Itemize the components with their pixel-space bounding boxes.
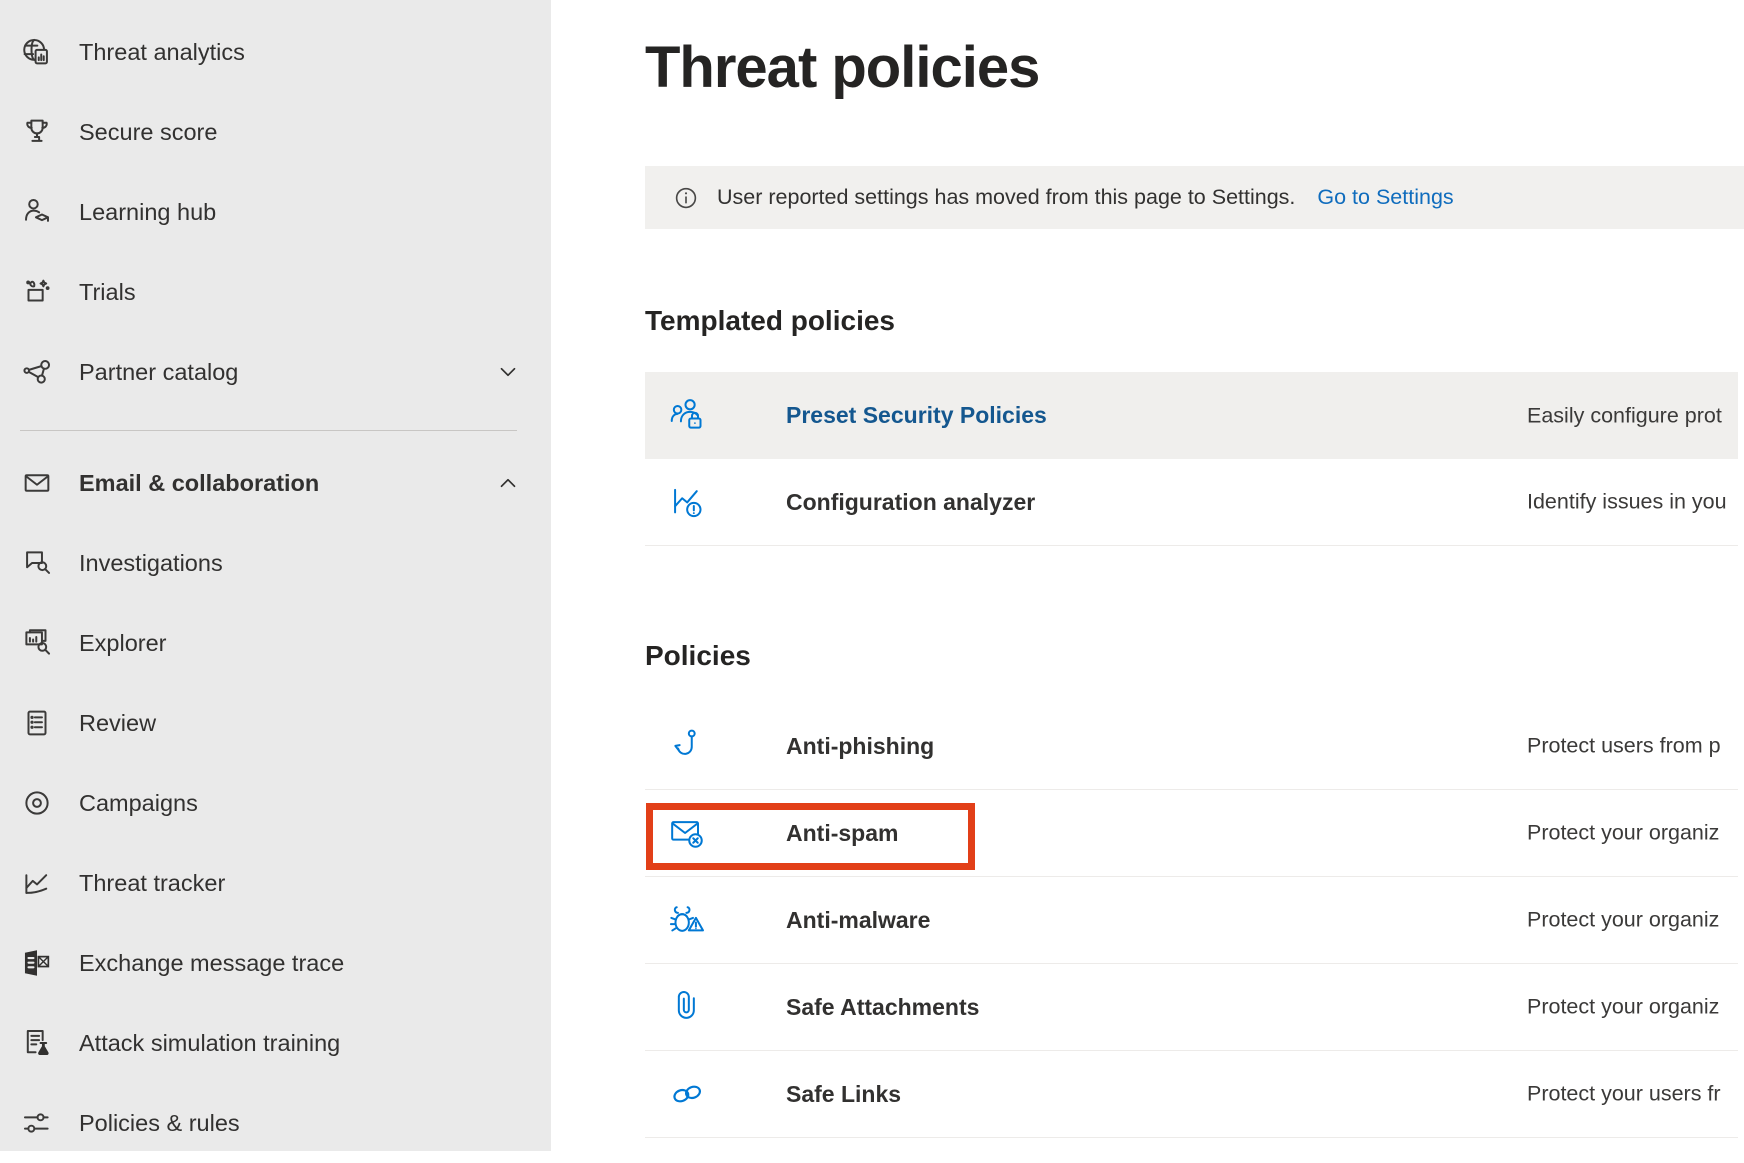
document-flask-icon — [20, 1026, 54, 1060]
row-label[interactable]: Safe Attachments — [786, 994, 979, 1021]
list-document-icon — [20, 706, 54, 740]
sidebar-item-explorer[interactable]: Explorer — [0, 603, 551, 683]
sidebar-item-partner-catalog[interactable]: Partner catalog — [0, 332, 551, 412]
sidebar-item-email-collaboration[interactable]: Email & collaboration — [0, 443, 551, 523]
info-icon — [671, 183, 701, 213]
sidebar-item-label: Trials — [79, 279, 521, 306]
row-label[interactable]: Anti-spam — [786, 820, 898, 847]
trophy-icon — [20, 115, 54, 149]
bubble-search-icon — [20, 546, 54, 580]
sidebar-item-label: Explorer — [79, 630, 521, 657]
banner-message: User reported settings has moved from th… — [717, 185, 1295, 210]
go-to-settings-link[interactable]: Go to Settings — [1317, 185, 1453, 210]
sidebar-item-learning-hub[interactable]: Learning hub — [0, 172, 551, 252]
row-anti-spam[interactable]: Anti-spam Protect your organiz — [645, 790, 1738, 877]
chain-links-icon — [668, 1074, 708, 1114]
row-configuration-analyzer[interactable]: Configuration analyzer Identify issues i… — [645, 459, 1738, 546]
mail-block-icon — [668, 813, 708, 853]
templated-policies-list: Preset Security Policies Easily configur… — [645, 372, 1738, 546]
row-icon-box — [645, 900, 786, 940]
row-description: Easily configure prot — [1527, 403, 1722, 428]
sidebar-item-attack-simulation-training[interactable]: Attack simulation training — [0, 1003, 551, 1083]
row-description: Protect your organiz — [1527, 908, 1719, 933]
sidebar-item-exchange-message-trace[interactable]: Exchange message trace — [0, 923, 551, 1003]
sidebar-item-trials[interactable]: Trials — [0, 252, 551, 332]
row-label[interactable]: Configuration analyzer — [786, 489, 1035, 516]
sidebar: Threat analytics Secure score Learning h… — [0, 0, 551, 1151]
line-chart-icon — [20, 866, 54, 900]
exchange-logo-icon — [20, 946, 54, 980]
mail-icon — [20, 466, 54, 500]
row-description: Identify issues in you — [1527, 490, 1727, 515]
threat-analytics-icon — [20, 35, 54, 69]
row-icon-box — [645, 987, 786, 1027]
policies-heading: Policies — [645, 640, 751, 672]
row-safe-attachments[interactable]: Safe Attachments Protect your organiz — [645, 964, 1738, 1051]
row-description: Protect your users fr — [1527, 1082, 1721, 1107]
fish-hook-icon — [668, 726, 708, 766]
sidebar-item-policies-rules[interactable]: Policies & rules — [0, 1083, 551, 1163]
sidebar-item-threat-tracker[interactable]: Threat tracker — [0, 843, 551, 923]
sidebar-item-label: Attack simulation training — [79, 1030, 521, 1057]
policies-list: Anti-phishing Protect users from p Anti-… — [645, 703, 1738, 1138]
chevron-up-icon[interactable] — [495, 470, 521, 496]
row-anti-phishing[interactable]: Anti-phishing Protect users from p — [645, 703, 1738, 790]
sidebar-item-investigations[interactable]: Investigations — [0, 523, 551, 603]
trials-gift-icon — [20, 275, 54, 309]
sidebar-item-label: Investigations — [79, 550, 521, 577]
page-title: Threat policies — [645, 34, 1039, 101]
target-icon — [20, 786, 54, 820]
sidebar-divider — [20, 430, 517, 431]
row-label[interactable]: Preset Security Policies — [786, 402, 1047, 429]
sidebar-item-review[interactable]: Review — [0, 683, 551, 763]
row-anti-malware[interactable]: Anti-malware Protect your organiz — [645, 877, 1738, 964]
sidebar-item-label: Email & collaboration — [79, 470, 470, 497]
sidebar-item-label: Threat tracker — [79, 870, 521, 897]
sidebar-item-campaigns[interactable]: Campaigns — [0, 763, 551, 843]
sidebar-item-secure-score[interactable]: Secure score — [0, 92, 551, 172]
row-description: Protect users from p — [1527, 734, 1721, 759]
sidebar-item-threat-analytics[interactable]: Threat analytics — [0, 12, 551, 92]
row-safe-links[interactable]: Safe Links Protect your users fr — [645, 1051, 1738, 1138]
sidebar-item-label: Review — [79, 710, 521, 737]
bug-warning-icon — [668, 900, 708, 940]
row-icon-box — [645, 813, 786, 853]
row-label[interactable]: Anti-malware — [786, 907, 930, 934]
sidebar-item-label: Exchange message trace — [79, 950, 521, 977]
sidebar-item-label: Learning hub — [79, 199, 521, 226]
row-description: Protect your organiz — [1527, 821, 1719, 846]
row-label[interactable]: Safe Links — [786, 1081, 901, 1108]
graduate-person-icon — [20, 195, 54, 229]
main-content: Threat policies User reported settings h… — [551, 0, 1744, 1151]
row-icon-box — [645, 396, 786, 436]
info-banner: User reported settings has moved from th… — [645, 166, 1744, 229]
sidebar-item-label: Threat analytics — [79, 39, 521, 66]
sidebar-item-label: Policies & rules — [79, 1110, 521, 1137]
row-label[interactable]: Anti-phishing — [786, 733, 934, 760]
network-nodes-icon — [20, 355, 54, 389]
row-icon-box — [645, 1074, 786, 1114]
pages-search-icon — [20, 626, 54, 660]
sliders-icon — [20, 1106, 54, 1140]
sidebar-item-label: Secure score — [79, 119, 521, 146]
row-icon-box — [645, 482, 786, 522]
row-description: Protect your organiz — [1527, 995, 1719, 1020]
people-lock-icon — [668, 396, 708, 436]
row-preset-security-policies[interactable]: Preset Security Policies Easily configur… — [645, 372, 1738, 459]
row-icon-box — [645, 726, 786, 766]
paperclip-icon — [668, 987, 708, 1027]
sidebar-item-label: Partner catalog — [79, 359, 470, 386]
chevron-down-icon[interactable] — [495, 359, 521, 385]
sidebar-item-label: Campaigns — [79, 790, 521, 817]
chart-alert-icon — [668, 482, 708, 522]
templated-policies-heading: Templated policies — [645, 305, 895, 337]
